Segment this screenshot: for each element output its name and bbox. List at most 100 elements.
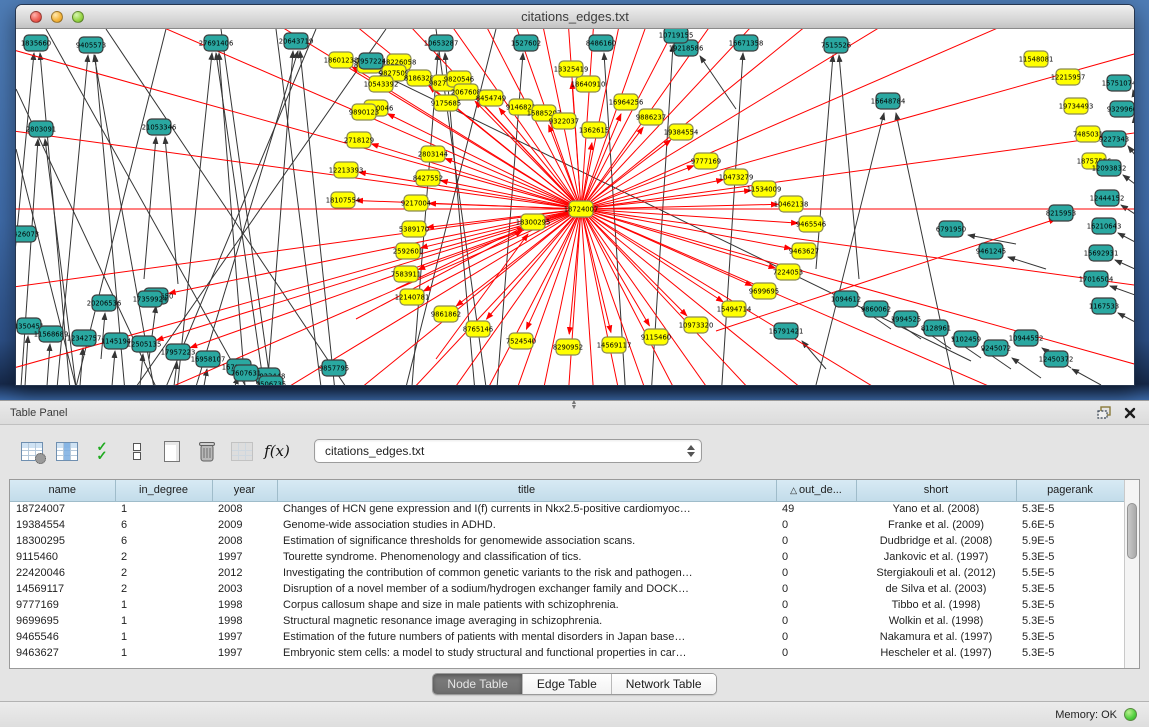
graph-edge[interactable] <box>1008 257 1046 269</box>
table-row[interactable]: 977716911998Corpus callosum shape and si… <box>10 597 1124 613</box>
table-cell[interactable]: 0 <box>776 613 856 629</box>
graph-node[interactable]: 12505135 <box>127 336 162 352</box>
graph-edge-selected[interactable] <box>581 209 637 386</box>
column-header-in-degree[interactable]: in_degree <box>115 480 212 501</box>
graph-edge-selected[interactable] <box>581 29 637 209</box>
table-cell[interactable]: Genome-wide association studies in ADHD. <box>277 517 776 533</box>
graph-node[interactable]: 16671358 <box>729 35 764 51</box>
table-cell[interactable]: 6 <box>115 533 212 549</box>
graph-edge[interactable] <box>165 137 178 284</box>
graph-node[interactable]: 17359924 <box>133 291 168 307</box>
table-row[interactable]: 1456911722003Disruption of a novel membe… <box>10 581 1124 597</box>
graph-node[interactable]: 27691406 <box>199 35 234 51</box>
table-row[interactable]: 946554611997Estimation of the future num… <box>10 629 1124 645</box>
graph-edge[interactable] <box>25 336 28 386</box>
table-cell[interactable]: Jankovic et al. (1997) <box>856 549 1016 565</box>
graph-svg[interactable]: 1860123889129541822605898275098186328982… <box>16 29 1134 386</box>
graph-node[interactable]: 19384554 <box>664 124 699 140</box>
table-cell[interactable]: 9465546 <box>10 629 115 645</box>
graph-node[interactable]: 8215953 <box>1046 205 1076 221</box>
table-cell[interactable]: Wolkin et al. (1998) <box>856 613 1016 629</box>
graph-edge-selected[interactable] <box>581 209 723 302</box>
graph-edge-selected[interactable] <box>156 209 581 340</box>
graph-node[interactable]: 9322037 <box>549 113 579 129</box>
table-cell[interactable]: 2009 <box>212 517 277 533</box>
table-cell[interactable]: 2008 <box>212 501 277 517</box>
graph-edge[interactable] <box>1123 175 1134 184</box>
graph-node[interactable]: 9175685 <box>431 95 461 111</box>
column-header-out-degree[interactable]: △out_de... <box>776 480 856 501</box>
select-all-icon[interactable]: ✓✓ <box>88 437 116 465</box>
graph-node[interactable]: 16648784 <box>871 93 906 109</box>
graph-edge[interactable] <box>896 113 954 385</box>
graph-node[interactable]: 20206536 <box>87 295 122 311</box>
graph-node[interactable]: 7524540 <box>506 333 536 349</box>
column-header-short[interactable]: short <box>856 480 1016 501</box>
close-panel-icon[interactable] <box>1121 405 1139 421</box>
table-cell[interactable]: 1998 <box>212 613 277 629</box>
table-cell[interactable]: 5.3E-5 <box>1016 549 1124 565</box>
table-cell[interactable]: 2008 <box>212 533 277 549</box>
graph-node[interactable]: 9777169 <box>691 153 721 169</box>
graph-hub-node[interactable]: 18724007 <box>564 201 599 217</box>
graph-node[interactable]: 8290952 <box>553 339 583 355</box>
table-cell[interactable]: 2 <box>115 565 212 581</box>
table-cell[interactable]: Tourette syndrome. Phenomenology and cla… <box>277 549 776 565</box>
table-cell[interactable]: 14569117 <box>10 581 115 597</box>
graph-node[interactable]: 11568689 <box>34 326 69 342</box>
table-cell[interactable]: de Silva et al. (2003) <box>856 581 1016 597</box>
table-cell[interactable]: 22420046 <box>10 565 115 581</box>
column-header-title[interactable]: title <box>277 480 776 501</box>
graph-node[interactable]: 7515526 <box>821 37 851 53</box>
graph-node[interactable]: 10543392 <box>364 76 399 92</box>
table-cell[interactable]: Changes of HCN gene expression and I(f) … <box>277 501 776 517</box>
table-cell[interactable]: 1 <box>115 597 212 613</box>
table-cell[interactable]: 0 <box>776 645 856 661</box>
graph-node[interactable]: 20643719 <box>279 33 314 49</box>
graph-node[interactable]: 1835660 <box>21 35 51 51</box>
graph-node[interactable]: 11548081 <box>1019 51 1054 67</box>
vertical-scrollbar[interactable] <box>1124 480 1139 668</box>
table-cell[interactable]: 5.3E-5 <box>1016 581 1124 597</box>
graph-node[interactable]: 16958107 <box>191 351 226 367</box>
table-cell[interactable]: 0 <box>776 517 856 533</box>
graph-node[interactable]: 7583911 <box>391 266 421 282</box>
graph-node[interactable]: 9886237 <box>636 109 666 125</box>
graph-node[interactable]: 9217004 <box>401 195 431 211</box>
graph-edge[interactable] <box>300 51 336 386</box>
graph-node[interactable]: 5389170 <box>399 221 429 237</box>
graph-node[interactable]: 7224053 <box>773 264 803 280</box>
graph-edge[interactable] <box>21 139 38 386</box>
table-cell[interactable]: 9699695 <box>10 613 115 629</box>
table-cell[interactable]: 5.3E-5 <box>1016 501 1124 517</box>
table-cell[interactable]: Estimation of the future numbers of pati… <box>277 629 776 645</box>
graph-node[interactable]: 18640910 <box>571 76 606 92</box>
table-cell[interactable]: 1997 <box>212 645 277 661</box>
table-cell[interactable]: 0 <box>776 581 856 597</box>
table-cell[interactable]: 5.6E-5 <box>1016 517 1124 533</box>
table-cell[interactable]: Tibbo et al. (1998) <box>856 597 1016 613</box>
table-row[interactable]: 911546021997Tourette syndrome. Phenomeno… <box>10 549 1124 565</box>
graph-node[interactable]: 9857795 <box>319 360 349 376</box>
graph-edge[interactable] <box>1118 313 1134 322</box>
table-cell[interactable]: Investigating the contribution of common… <box>277 565 776 581</box>
graph-node[interactable]: 10944552 <box>1009 330 1044 346</box>
column-header-name[interactable]: name <box>10 480 115 501</box>
tab-network-table[interactable]: Network Table <box>612 674 716 694</box>
graph-edge[interactable] <box>80 348 83 386</box>
graph-node[interactable]: 2803091 <box>26 121 56 137</box>
graph-node[interactable]: 8427552 <box>413 170 443 186</box>
graph-node[interactable]: 9227343 <box>1099 131 1129 147</box>
table-cell[interactable]: 0 <box>776 597 856 613</box>
graph-node[interactable]: 8454749 <box>476 90 506 106</box>
table-cell[interactable]: Estimation of significance thresholds fo… <box>277 533 776 549</box>
graph-node[interactable]: 9245072 <box>981 340 1011 356</box>
table-cell[interactable]: Stergiakouli et al. (2012) <box>856 565 1016 581</box>
graph-node[interactable]: 15494714 <box>717 301 752 317</box>
window-titlebar[interactable]: citations_edges.txt <box>16 5 1134 29</box>
graph-node[interactable]: 11534009 <box>747 181 782 197</box>
tab-node-table[interactable]: Node Table <box>433 674 523 694</box>
table-cell[interactable]: Corpus callosum shape and size in male p… <box>277 597 776 613</box>
graph-node[interactable]: 1527602 <box>511 35 541 51</box>
table-row[interactable]: 1872400712008Changes of HCN gene express… <box>10 501 1124 517</box>
